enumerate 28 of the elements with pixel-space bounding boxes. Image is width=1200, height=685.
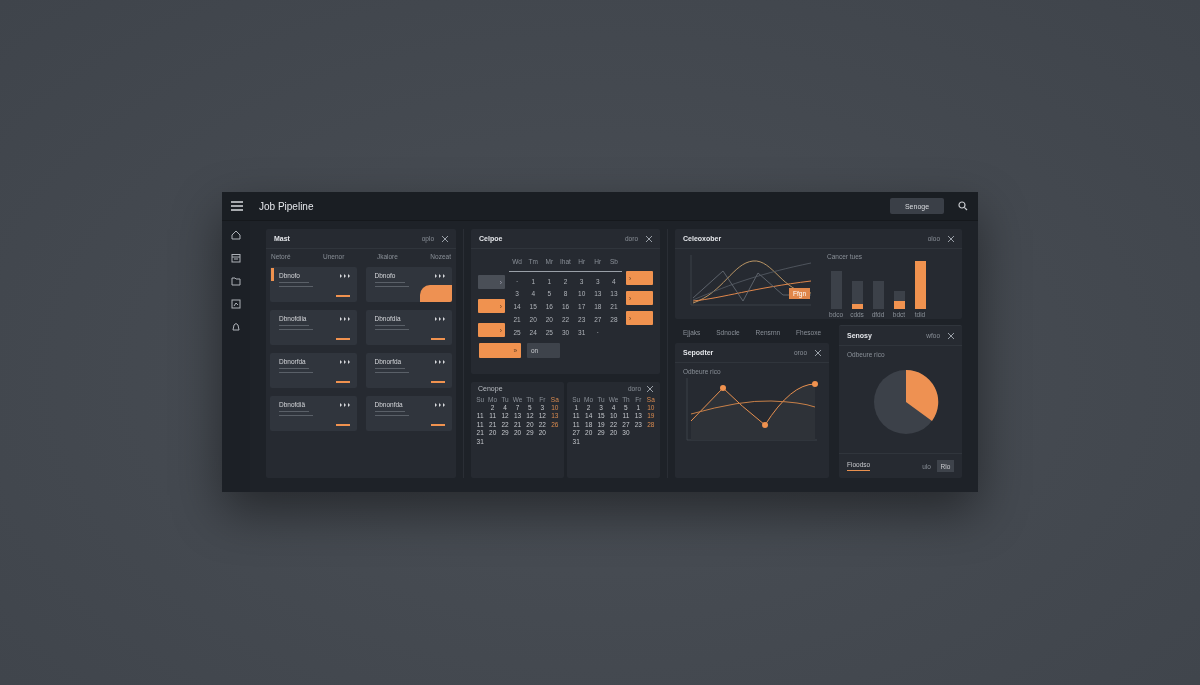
chevrons-icon — [339, 316, 351, 321]
chevrons-icon — [435, 402, 446, 407]
bell-icon[interactable] — [231, 322, 241, 332]
window-title: Job Pipeline — [259, 200, 314, 212]
menu-icon[interactable] — [231, 201, 243, 211]
bar — [830, 271, 842, 309]
chevrons-icon — [435, 316, 446, 321]
bar — [872, 281, 884, 309]
chevrons-icon — [339, 273, 351, 278]
folder-icon[interactable] — [231, 276, 241, 286]
search-icon[interactable] — [958, 201, 968, 211]
close-icon[interactable] — [948, 235, 954, 242]
bar — [914, 261, 926, 309]
bar — [851, 281, 863, 309]
calendar-icon[interactable] — [231, 253, 241, 263]
close-icon[interactable] — [815, 349, 821, 356]
chevrons-icon — [339, 359, 351, 364]
close-icon[interactable] — [442, 235, 448, 242]
chevrons-icon — [435, 273, 446, 278]
home-icon[interactable] — [231, 230, 241, 240]
close-icon[interactable] — [948, 332, 954, 339]
pie-chart-drawing — [873, 369, 939, 435]
chevrons-icon — [435, 359, 446, 364]
bar — [893, 291, 905, 309]
close-icon[interactable] — [646, 235, 652, 242]
chart-icon[interactable] — [231, 299, 241, 309]
close-icon[interactable] — [647, 385, 653, 392]
chevrons-icon — [339, 402, 351, 407]
